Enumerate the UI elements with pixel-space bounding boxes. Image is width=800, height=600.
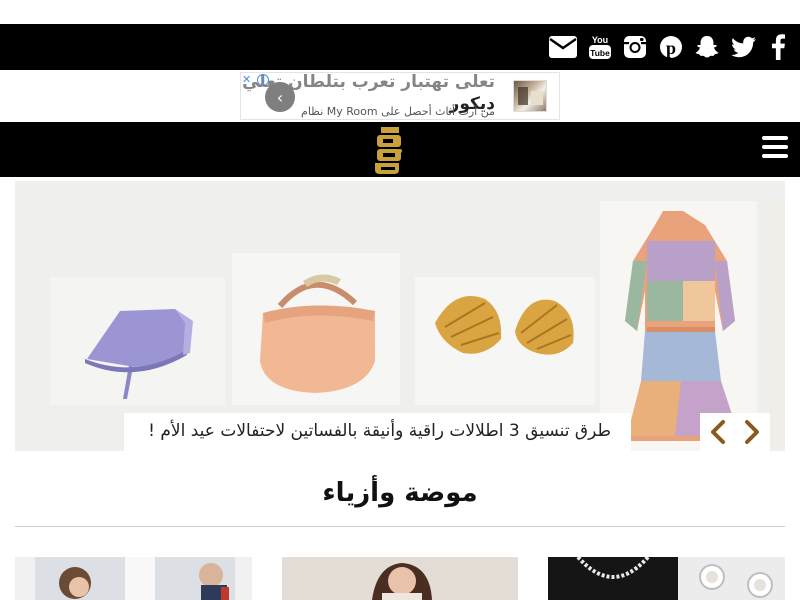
featured-slider[interactable] <box>15 181 785 451</box>
youtube-icon[interactable]: You Tube <box>585 32 615 62</box>
article-card[interactable] <box>282 557 519 600</box>
ad-banner[interactable]: تعلى تهتبار تعرب بتلطان تعلي ديكور من آر… <box>240 72 560 120</box>
ad-back-button[interactable]: ‹ <box>265 82 295 112</box>
article-card[interactable] <box>548 557 785 600</box>
section-title[interactable]: موضة وأزياء <box>0 478 800 508</box>
ad-row: تعلى تهتبار تعرب بتلطان تعلي ديكور من آر… <box>0 70 800 122</box>
facebook-icon[interactable] <box>763 32 793 62</box>
social-bar: You Tube p <box>0 24 800 70</box>
instagram-icon[interactable] <box>620 32 650 62</box>
section-divider <box>15 526 785 527</box>
email-icon[interactable] <box>548 32 578 62</box>
chevron-left-icon: ‹ <box>276 87 284 107</box>
pinterest-icon[interactable]: p <box>656 32 686 62</box>
svg-text:You: You <box>592 35 608 45</box>
svg-text:p: p <box>666 38 676 58</box>
slider-arrows <box>700 413 770 451</box>
nav-bar <box>0 122 800 177</box>
ad-info-icon[interactable]: i <box>257 74 269 86</box>
ad-close-icon[interactable]: ✕ <box>242 74 251 85</box>
top-strip <box>0 0 800 24</box>
slider-prev-arrow-icon[interactable] <box>707 420 729 444</box>
article-card[interactable] <box>15 557 252 600</box>
svg-text:Tube: Tube <box>590 48 610 58</box>
hamburger-menu-icon[interactable] <box>762 136 788 158</box>
site-logo[interactable] <box>372 124 406 176</box>
slider-image[interactable] <box>15 181 785 451</box>
ad-title-line1: تعلى تهتبار تعرب بتلطان تعلي <box>242 72 495 92</box>
slider-caption[interactable]: طرق تنسيق 3 اطلالات راقية وأنيقة بالفسات… <box>124 413 631 451</box>
ad-subtitle: من آرت أثاث أحصل على My Room نظام <box>301 105 495 118</box>
slider-next-arrow-icon[interactable] <box>741 420 763 444</box>
twitter-icon[interactable] <box>729 32 759 62</box>
ad-thumbnail[interactable] <box>513 80 547 112</box>
snapchat-icon[interactable] <box>692 32 722 62</box>
